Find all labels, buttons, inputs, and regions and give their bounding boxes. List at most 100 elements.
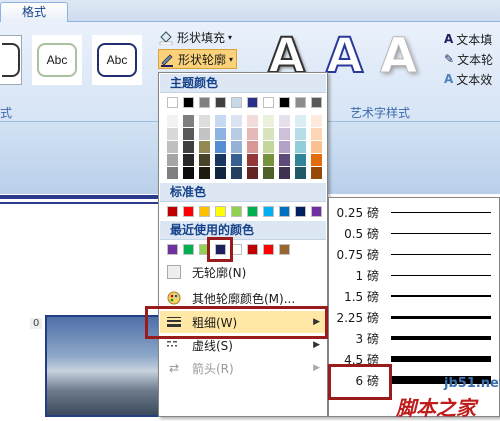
- weight-option[interactable]: 0.25 磅: [329, 202, 499, 223]
- theme-shade-swatch[interactable]: [279, 128, 290, 140]
- theme-shade-swatch[interactable]: [263, 167, 274, 179]
- theme-color-swatch[interactable]: [247, 97, 258, 108]
- shape-style-2[interactable]: Abc: [32, 35, 82, 85]
- standard-color-swatch[interactable]: [279, 206, 290, 217]
- wordart-style-3[interactable]: A: [379, 28, 417, 85]
- theme-shade-swatch[interactable]: [247, 115, 258, 127]
- theme-shade-swatch[interactable]: [295, 141, 306, 153]
- weight-option[interactable]: 0.75 磅: [329, 244, 499, 265]
- weight-option[interactable]: 2.25 磅: [329, 307, 499, 328]
- theme-shade-swatch[interactable]: [247, 167, 258, 179]
- theme-shade-swatch[interactable]: [167, 115, 178, 127]
- theme-shade-swatch[interactable]: [247, 154, 258, 166]
- theme-shade-swatch[interactable]: [183, 167, 194, 179]
- document-image[interactable]: [45, 315, 160, 417]
- text-outline-button[interactable]: ✎ 文本轮: [444, 50, 493, 68]
- recent-color-swatch[interactable]: [263, 244, 274, 255]
- theme-shade-swatch[interactable]: [279, 141, 290, 153]
- theme-shade-swatch[interactable]: [231, 115, 242, 127]
- theme-color-swatch[interactable]: [231, 97, 242, 108]
- theme-shade-swatch[interactable]: [295, 115, 306, 127]
- theme-color-swatch[interactable]: [215, 97, 226, 108]
- theme-shade-swatch[interactable]: [231, 167, 242, 179]
- recent-color-swatch[interactable]: [247, 244, 258, 255]
- standard-color-swatch[interactable]: [311, 206, 322, 217]
- theme-shade-swatch[interactable]: [311, 128, 322, 140]
- theme-shade-swatch[interactable]: [167, 154, 178, 166]
- theme-color-swatch[interactable]: [199, 97, 210, 108]
- weight-option[interactable]: 1 磅: [329, 265, 499, 286]
- standard-color-swatch[interactable]: [183, 206, 194, 217]
- theme-shade-swatch[interactable]: [263, 128, 274, 140]
- theme-shade-swatch[interactable]: [199, 167, 210, 179]
- text-effects-button[interactable]: A 文本效: [444, 70, 492, 88]
- theme-color-swatch[interactable]: [279, 97, 290, 108]
- theme-shade-swatch[interactable]: [215, 141, 226, 153]
- shape-style-3[interactable]: Abc: [92, 35, 142, 85]
- theme-shade-swatch[interactable]: [199, 154, 210, 166]
- theme-shade-swatch[interactable]: [199, 115, 210, 127]
- theme-shade-swatch[interactable]: [295, 167, 306, 179]
- standard-color-swatch[interactable]: [167, 206, 178, 217]
- theme-shade-swatch[interactable]: [167, 128, 178, 140]
- theme-shade-swatch[interactable]: [279, 115, 290, 127]
- theme-shade-swatch[interactable]: [247, 128, 258, 140]
- standard-color-swatch[interactable]: [247, 206, 258, 217]
- weight-option-label: 2.25 磅: [336, 311, 379, 325]
- theme-shade-swatch[interactable]: [295, 154, 306, 166]
- theme-shade-swatch[interactable]: [215, 154, 226, 166]
- theme-shade-swatch[interactable]: [199, 141, 210, 153]
- theme-shade-swatch[interactable]: [231, 128, 242, 140]
- theme-shade-swatch[interactable]: [183, 141, 194, 153]
- theme-shade-swatch[interactable]: [279, 167, 290, 179]
- weight-option-label: 0.5 磅: [344, 227, 379, 241]
- theme-shade-swatch[interactable]: [247, 141, 258, 153]
- theme-shade-swatch[interactable]: [311, 167, 322, 179]
- theme-color-swatch[interactable]: [295, 97, 306, 108]
- theme-shade-swatch[interactable]: [183, 115, 194, 127]
- recent-color-swatch[interactable]: [279, 244, 290, 255]
- recent-color-swatch[interactable]: [183, 244, 194, 255]
- weight-option[interactable]: 1.5 磅: [329, 286, 499, 307]
- theme-shade-swatch[interactable]: [263, 115, 274, 127]
- theme-shade-swatch[interactable]: [167, 141, 178, 153]
- theme-shade-swatch[interactable]: [279, 154, 290, 166]
- theme-color-swatch[interactable]: [311, 97, 322, 108]
- standard-color-swatch[interactable]: [263, 206, 274, 217]
- recent-colors-header: 最近使用的颜色: [160, 221, 326, 240]
- theme-shade-swatch[interactable]: [199, 128, 210, 140]
- standard-color-swatch[interactable]: [295, 206, 306, 217]
- theme-shade-swatch[interactable]: [215, 115, 226, 127]
- shape-outline-button[interactable]: 形状轮廓 ▾: [158, 49, 238, 69]
- theme-shade-swatch[interactable]: [311, 141, 322, 153]
- weight-option[interactable]: 3 磅: [329, 328, 499, 349]
- theme-shade-swatch[interactable]: [215, 167, 226, 179]
- theme-shade-swatch[interactable]: [231, 154, 242, 166]
- theme-color-swatch[interactable]: [263, 97, 274, 108]
- shape-style-1[interactable]: [0, 35, 22, 85]
- theme-shade-swatch[interactable]: [167, 167, 178, 179]
- theme-colors-header: 主题颜色: [160, 74, 326, 93]
- weight-option[interactable]: 0.5 磅: [329, 223, 499, 244]
- theme-shade-swatch[interactable]: [215, 128, 226, 140]
- shape-fill-button[interactable]: 形状填充 ▾: [158, 27, 232, 47]
- wordart-style-2[interactable]: A: [325, 27, 364, 85]
- theme-shade-swatch[interactable]: [183, 154, 194, 166]
- text-fill-button[interactable]: A 文本填: [444, 30, 492, 48]
- theme-shade-swatch[interactable]: [183, 128, 194, 140]
- theme-color-swatch[interactable]: [167, 97, 178, 108]
- standard-color-swatch[interactable]: [231, 206, 242, 217]
- theme-shade-swatch[interactable]: [263, 154, 274, 166]
- theme-shade-swatch[interactable]: [311, 154, 322, 166]
- tab-format[interactable]: 格式: [0, 2, 68, 23]
- theme-shade-swatch[interactable]: [263, 141, 274, 153]
- recent-color-swatch[interactable]: [167, 244, 178, 255]
- arrows-icon: ⇄: [168, 361, 180, 375]
- standard-color-swatch[interactable]: [199, 206, 210, 217]
- theme-shade-swatch[interactable]: [295, 128, 306, 140]
- theme-color-swatch[interactable]: [183, 97, 194, 108]
- standard-color-swatch[interactable]: [215, 206, 226, 217]
- theme-shade-swatch[interactable]: [231, 141, 242, 153]
- theme-shade-swatch[interactable]: [311, 115, 322, 127]
- no-outline-item[interactable]: 无轮廓(N): [160, 261, 326, 283]
